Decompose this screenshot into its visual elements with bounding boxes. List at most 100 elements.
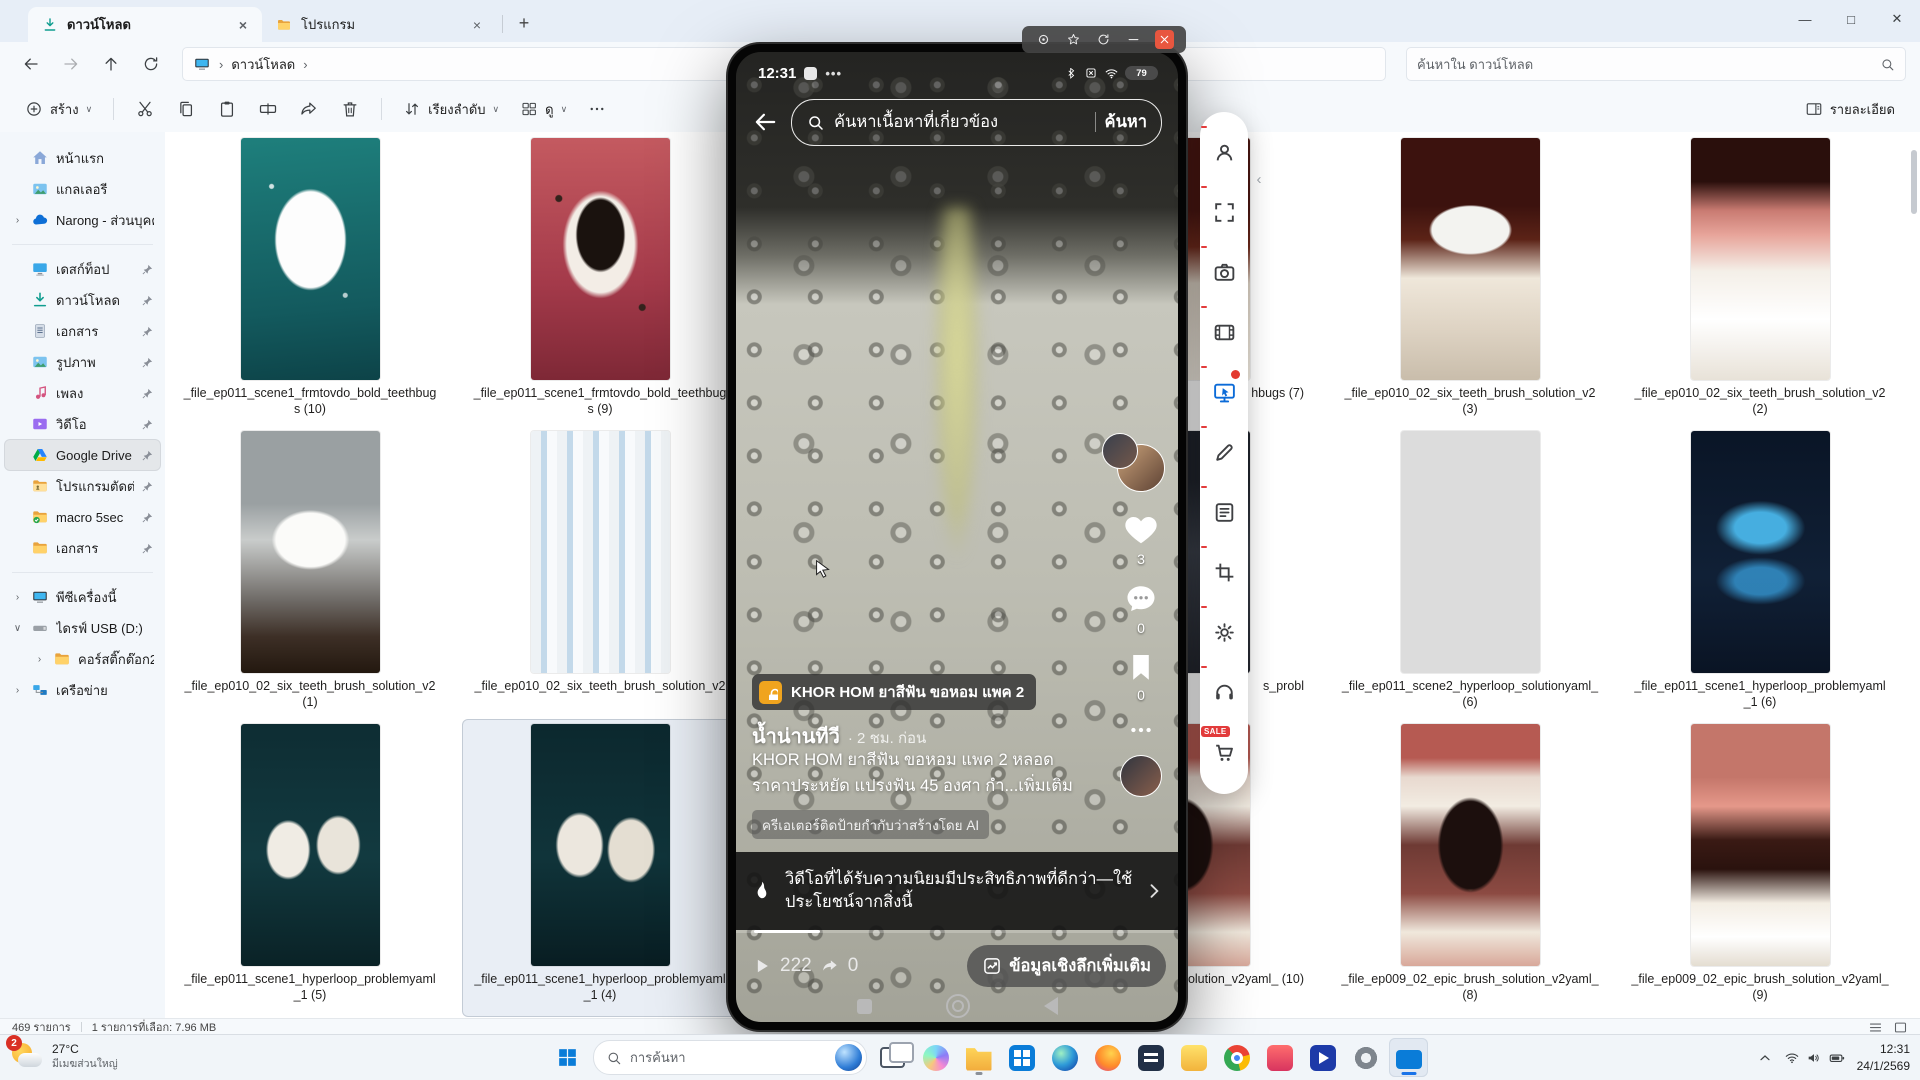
creator-avatar[interactable] bbox=[1120, 755, 1162, 797]
chevron-right-icon[interactable] bbox=[1144, 881, 1164, 901]
comment-icon[interactable] bbox=[1123, 581, 1159, 617]
sidebar-item[interactable]: วิดีโอ bbox=[5, 409, 160, 439]
file-item[interactable]: _file_ep011_scene1_hyperloop_problemyaml… bbox=[165, 720, 455, 1013]
file-item[interactable]: _file_ep009_02_epic_brush_solution_v2yam… bbox=[1615, 720, 1905, 1013]
file-explorer-icon[interactable] bbox=[959, 1038, 998, 1077]
edge-icon[interactable] bbox=[1045, 1038, 1084, 1077]
shop-icon[interactable]: SALE bbox=[1204, 722, 1244, 782]
cut-button[interactable] bbox=[126, 92, 164, 126]
forward-button[interactable] bbox=[54, 48, 88, 80]
start-button[interactable] bbox=[548, 1038, 587, 1077]
sidebar-item[interactable]: ∨ ไดรฟ์ USB (D:) bbox=[5, 613, 160, 643]
tab-close-icon[interactable]: × bbox=[232, 14, 254, 36]
sidebar-item[interactable]: Google Drive (G:) bbox=[5, 440, 160, 470]
browser-icon[interactable] bbox=[1088, 1038, 1127, 1077]
file-thumbnail[interactable] bbox=[531, 724, 670, 966]
insights-button[interactable]: ข้อมูลเชิงลึกเพิ่มเติม bbox=[967, 945, 1166, 987]
copilot-icon[interactable] bbox=[916, 1038, 955, 1077]
explorer-tab[interactable]: ดาวน์โหลด × bbox=[28, 7, 262, 42]
rotate-icon[interactable] bbox=[1094, 31, 1112, 49]
video-progress-bar[interactable] bbox=[736, 930, 1178, 933]
sort-button[interactable]: เรียงลำดับ ∨ bbox=[394, 92, 508, 126]
back-arrow-icon[interactable] bbox=[752, 109, 778, 135]
taskbar-weather-widget[interactable]: 2 27°C มีเมฆส่วนใหญ่ bbox=[10, 1039, 118, 1073]
taskbar-search[interactable]: การค้นหา bbox=[593, 1040, 867, 1075]
sidebar-item[interactable]: แกลเลอรี bbox=[5, 174, 160, 204]
sidebar-item[interactable]: รูปภาพ bbox=[5, 347, 160, 377]
search-input[interactable]: ค้นหาใน ดาวน์โหลด bbox=[1406, 47, 1906, 81]
refresh-button[interactable] bbox=[134, 48, 168, 80]
screenshot-icon[interactable] bbox=[1204, 242, 1244, 302]
list-view-icon[interactable] bbox=[1868, 1020, 1883, 1035]
settings-icon[interactable] bbox=[1204, 602, 1244, 662]
chevron-icon[interactable]: › bbox=[11, 592, 24, 603]
file-item[interactable]: _file_ep011_scene1_hyperloop_problemyaml… bbox=[1615, 427, 1905, 720]
file-thumbnail[interactable] bbox=[241, 431, 380, 673]
home-button[interactable] bbox=[946, 994, 970, 1018]
file-item[interactable]: _file_ep010_02_six_teeth_brush_solution_… bbox=[165, 427, 455, 720]
file-item[interactable]: _file_ep011_scene1_frmtovdo_bold_teethbu… bbox=[165, 134, 455, 427]
breadcrumb-item[interactable]: ดาวน์โหลด bbox=[231, 54, 295, 75]
app-tile-icon[interactable] bbox=[1174, 1038, 1213, 1077]
phone-mirror-window[interactable]: 12:31 ••• 79 ค้นหาเนื้อหาที่เกี่ยวข้อง ค… bbox=[728, 44, 1186, 1030]
file-thumbnail[interactable] bbox=[1401, 724, 1540, 966]
sidebar-item[interactable]: เพลง bbox=[5, 378, 160, 408]
screen-record-icon[interactable] bbox=[1204, 302, 1244, 362]
sidebar-item[interactable]: ดาวน์โหลด bbox=[5, 285, 160, 315]
battery-icon[interactable] bbox=[1828, 1049, 1846, 1067]
sidebar-item[interactable]: › พีซีเครื่องนี้ bbox=[5, 582, 160, 612]
chevron-icon[interactable]: › bbox=[11, 215, 24, 226]
file-thumbnail[interactable] bbox=[241, 724, 380, 966]
screen-mirror-app-icon[interactable] bbox=[1389, 1038, 1428, 1077]
file-item[interactable]: _file_ep011_scene1_frmtovdo_bold_teethbu… bbox=[455, 134, 745, 427]
share-button[interactable] bbox=[290, 92, 328, 126]
file-thumbnail[interactable] bbox=[531, 431, 670, 673]
delete-button[interactable] bbox=[331, 92, 369, 126]
recents-button[interactable] bbox=[857, 999, 872, 1014]
details-pane-button[interactable]: รายละเอียด bbox=[1796, 92, 1904, 126]
rename-button[interactable] bbox=[249, 92, 287, 126]
task-view-icon[interactable] bbox=[873, 1038, 912, 1077]
chrome-icon[interactable] bbox=[1217, 1038, 1256, 1077]
bookmark-icon[interactable] bbox=[1124, 650, 1158, 684]
file-thumbnail[interactable] bbox=[1691, 724, 1830, 966]
chevron-icon[interactable]: › bbox=[33, 654, 46, 665]
insights-tip-banner[interactable]: วิดีโอที่ได้รับความนิยมมีประสิทธิภาพที่ด… bbox=[736, 852, 1178, 930]
thumbnail-view-icon[interactable] bbox=[1893, 1020, 1908, 1035]
stylus-icon[interactable] bbox=[1204, 422, 1244, 482]
record-icon[interactable] bbox=[1034, 31, 1052, 49]
media-app-icon[interactable] bbox=[1303, 1038, 1342, 1077]
sidebar-item[interactable]: เดสก์ท็อป bbox=[5, 254, 160, 284]
panel-collapse-handle[interactable]: ‹ bbox=[1252, 166, 1266, 192]
app-tile-icon[interactable] bbox=[1131, 1038, 1170, 1077]
minimize-icon[interactable] bbox=[1125, 31, 1143, 49]
store-icon[interactable] bbox=[1002, 1038, 1041, 1077]
sidebar-item[interactable]: หน้าแรก bbox=[5, 143, 160, 173]
file-thumbnail[interactable] bbox=[1401, 431, 1540, 673]
video-description[interactable]: KHOR HOM ยาสีฟัน ขอหอม แพค 2 หลอด ราคาปร… bbox=[752, 748, 1082, 799]
sidebar-item[interactable]: › คอร์สติ๊กต๊อก2026 bbox=[27, 644, 160, 674]
file-thumbnail[interactable] bbox=[1691, 431, 1830, 673]
sidebar-item[interactable]: › เครือข่าย bbox=[5, 675, 160, 705]
file-item[interactable]: _file_ep011_scene2_hyperloop_solutionyam… bbox=[1325, 427, 1615, 720]
file-thumbnail[interactable] bbox=[1691, 138, 1830, 380]
screen-mirror-icon[interactable] bbox=[1204, 362, 1244, 422]
close-icon[interactable] bbox=[1155, 30, 1174, 49]
settings-icon[interactable] bbox=[1346, 1038, 1385, 1077]
up-button[interactable] bbox=[94, 48, 128, 80]
more-icon[interactable] bbox=[1128, 717, 1154, 743]
sidebar-item[interactable]: เอกสาร bbox=[5, 533, 160, 563]
audio-icon[interactable] bbox=[1204, 662, 1244, 722]
like-icon[interactable] bbox=[1122, 510, 1160, 548]
sidebar-item[interactable]: โปรแกรมตัดต่อ bbox=[5, 471, 160, 501]
wifi-icon[interactable] bbox=[1784, 1050, 1800, 1066]
sidebar-item[interactable]: macro 5sec bbox=[5, 502, 160, 532]
hidden-icons-chevron[interactable] bbox=[1757, 1050, 1773, 1066]
explorer-tab[interactable]: โปรแกรม × bbox=[262, 7, 496, 42]
sidebar-item[interactable]: เอกสาร bbox=[5, 316, 160, 346]
avatar[interactable] bbox=[1117, 444, 1165, 492]
more-options-button[interactable] bbox=[579, 92, 615, 126]
file-thumbnail[interactable] bbox=[1401, 138, 1540, 380]
favorite-icon[interactable] bbox=[1064, 31, 1082, 49]
file-item[interactable]: _file_ep010_02_six_teeth_brush_solution_… bbox=[455, 427, 745, 720]
